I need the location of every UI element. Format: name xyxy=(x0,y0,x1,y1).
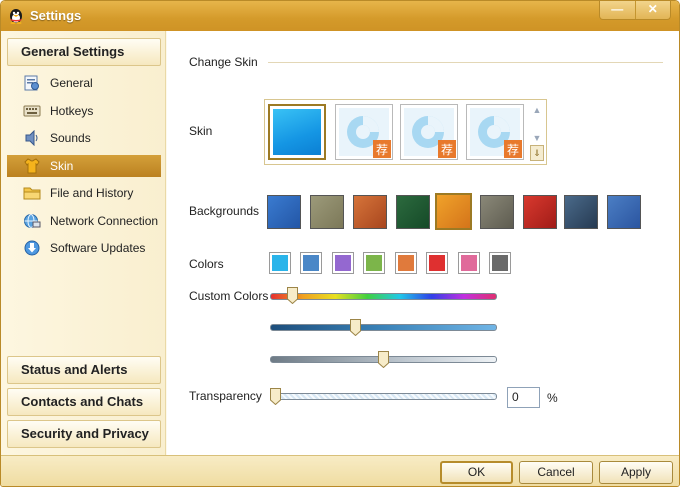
color-swatch-blue[interactable] xyxy=(300,252,322,274)
transparency-slider-track[interactable] xyxy=(270,393,497,400)
sidebar-item-software-updates[interactable]: Software Updates xyxy=(7,237,161,259)
background-tile-grey-bird[interactable] xyxy=(310,195,344,229)
color-swatch-fill xyxy=(461,255,477,271)
expand-more-icon[interactable]: ⇓ xyxy=(530,145,544,161)
keyboard-icon xyxy=(23,103,41,119)
color-swatch-fill xyxy=(335,255,351,271)
saturation-slider-track[interactable] xyxy=(270,324,497,331)
color-swatch-fill xyxy=(366,255,382,271)
sidebar-item-label: Sounds xyxy=(50,131,91,145)
sidebar-item-general[interactable]: General xyxy=(7,72,161,94)
dialog-button-bar: OK Cancel Apply xyxy=(1,455,679,486)
sidebar-item-sounds[interactable]: Sounds xyxy=(7,127,161,149)
scroll-down-icon[interactable]: ▼ xyxy=(530,131,544,145)
color-swatch-orange[interactable] xyxy=(395,252,417,274)
hue-slider-thumb[interactable] xyxy=(287,287,299,305)
apply-button[interactable]: Apply xyxy=(599,461,673,484)
transparency-label: Transparency xyxy=(189,389,262,403)
skin-thumb-recommended[interactable]: 荐 xyxy=(335,104,393,160)
background-tile-grey-feather[interactable] xyxy=(480,195,514,229)
sidebar-item-label: General xyxy=(50,76,93,90)
custom-colors-label: Custom Colors xyxy=(189,289,269,303)
title-bar[interactable]: Settings — ✕ xyxy=(1,1,679,31)
backgrounds-label: Backgrounds xyxy=(189,204,260,218)
general-settings-group-button[interactable]: General Settings xyxy=(7,38,161,66)
color-swatch-fill xyxy=(398,255,414,271)
speaker-icon xyxy=(23,129,41,147)
ok-button[interactable]: OK xyxy=(440,461,513,484)
background-tile-green-bamboo[interactable] xyxy=(396,195,430,229)
sidebar-item-label: Skin xyxy=(50,159,74,173)
background-tile-dark-blue-dragon[interactable] xyxy=(564,195,598,229)
sidebar-item-network-connection[interactable]: Network Connection xyxy=(7,210,161,232)
shirt-icon xyxy=(23,158,41,174)
skin-label: Skin xyxy=(189,124,213,138)
section-title: Change Skin xyxy=(189,55,258,69)
recommended-badge: 荐 xyxy=(507,143,519,157)
color-swatch-red[interactable] xyxy=(426,252,448,274)
background-tile-red-pattern[interactable] xyxy=(523,195,557,229)
sidebar-item-label: Network Connection xyxy=(50,214,159,228)
penguin-logo-icon xyxy=(10,9,22,24)
skin-picker: 荐 荐 荐 ▲ ▼ ⇓ xyxy=(264,99,547,165)
section-divider xyxy=(268,62,663,63)
lightness-slider-thumb[interactable] xyxy=(378,351,389,369)
color-swatch-pink[interactable] xyxy=(458,252,480,274)
color-swatch-grey[interactable] xyxy=(489,252,511,274)
colors-label: Colors xyxy=(189,257,224,271)
window-title: Settings xyxy=(30,8,82,23)
color-swatch-fill xyxy=(429,255,445,271)
minimize-button[interactable]: — xyxy=(600,1,635,19)
transparency-input[interactable]: 0 xyxy=(507,387,540,408)
color-swatch-fill xyxy=(272,255,288,271)
window-controls: — ✕ xyxy=(599,1,671,20)
transparency-slider-thumb[interactable] xyxy=(270,388,281,406)
sidebar-item-hotkeys[interactable]: Hotkeys xyxy=(7,100,161,122)
skin-thumb-blue[interactable] xyxy=(268,104,326,160)
settings-window: Settings — ✕ General Settings General Ho… xyxy=(0,0,680,487)
folder-icon xyxy=(23,185,41,201)
skin-scrollbar[interactable]: ▲ ▼ ⇓ xyxy=(530,103,544,161)
color-swatch-fill xyxy=(303,255,319,271)
security-and-privacy-group-button[interactable]: Security and Privacy xyxy=(7,420,161,448)
general-icon xyxy=(23,75,41,91)
contacts-and-chats-group-button[interactable]: Contacts and Chats xyxy=(7,388,161,416)
skin-settings-panel: Change Skin Skin 荐 荐 荐 ▲ ▼ ⇓ Backgrounds… xyxy=(167,31,679,455)
hue-slider-track[interactable] xyxy=(270,293,497,300)
recommended-badge: 荐 xyxy=(441,143,453,157)
sidebar-item-file-and-history[interactable]: File and History xyxy=(7,182,161,204)
sidebar-item-label: Software Updates xyxy=(50,241,146,255)
cancel-button[interactable]: Cancel xyxy=(519,461,593,484)
skin-thumb-recommended[interactable]: 荐 xyxy=(466,104,524,160)
percent-label: % xyxy=(547,391,558,405)
download-icon xyxy=(23,240,41,256)
recommended-badge: 荐 xyxy=(376,143,388,157)
background-tile-blue-flowers[interactable] xyxy=(607,195,641,229)
color-swatch-green[interactable] xyxy=(363,252,385,274)
color-swatch-purple[interactable] xyxy=(332,252,354,274)
skin-thumb-recommended[interactable]: 荐 xyxy=(400,104,458,160)
color-swatch-sky-blue[interactable] xyxy=(269,252,291,274)
sidebar: General Settings General Hotkeys Sounds … xyxy=(1,31,166,455)
network-icon xyxy=(23,213,41,229)
sidebar-item-label: Hotkeys xyxy=(50,104,94,118)
color-swatch-fill xyxy=(492,255,508,271)
close-button[interactable]: ✕ xyxy=(634,1,670,19)
background-tile-orange-dragon[interactable] xyxy=(353,195,387,229)
saturation-slider-thumb[interactable] xyxy=(349,319,361,337)
status-and-alerts-group-button[interactable]: Status and Alerts xyxy=(7,356,161,384)
sidebar-item-label: File and History xyxy=(50,186,134,200)
scroll-up-icon[interactable]: ▲ xyxy=(530,103,544,117)
background-tile-gold-floral[interactable] xyxy=(435,193,472,230)
sidebar-item-skin[interactable]: Skin xyxy=(7,155,161,177)
background-tile-blue-swirl[interactable] xyxy=(267,195,301,229)
